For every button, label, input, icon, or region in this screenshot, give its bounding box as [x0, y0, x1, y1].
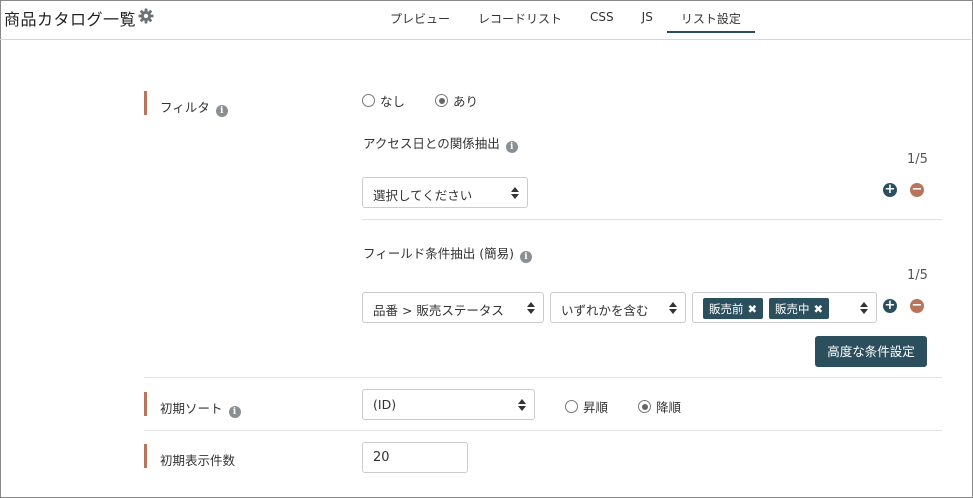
select-arrow-icon — [669, 301, 677, 315]
radio-circle-selected — [435, 94, 448, 107]
advanced-condition-button[interactable]: 高度な条件設定 — [815, 336, 927, 367]
select-arrow-icon — [527, 301, 535, 315]
filter-label-bar — [144, 91, 147, 115]
info-icon[interactable]: i — [228, 406, 241, 418]
radio-circle — [362, 94, 375, 107]
remove-tag-icon[interactable]: ✖ — [748, 302, 758, 316]
count-label: 初期表示件数 — [160, 453, 236, 468]
sort-field-select-value: (ID) — [373, 397, 397, 412]
gear-icon[interactable] — [138, 8, 154, 24]
info-icon[interactable]: i — [519, 251, 532, 263]
sort-field-select[interactable]: (ID) — [362, 389, 535, 420]
access-date-label-group: アクセス日との関係抽出 i — [363, 133, 518, 153]
remove-tag-icon[interactable]: ✖ — [814, 302, 824, 316]
radio-circle-selected — [638, 400, 651, 413]
count-label-bar — [144, 444, 147, 468]
filter-radio-some[interactable]: あり — [435, 91, 478, 110]
tag-chip-label: 販売中 — [775, 301, 810, 316]
tab-bar: プレビュー レコードリスト CSS JS リスト設定 — [376, 0, 755, 40]
sort-radio-desc[interactable]: 降順 — [638, 397, 681, 416]
access-date-select[interactable]: 選択してください — [362, 177, 528, 208]
select-arrow-icon — [518, 398, 526, 412]
sort-radio-asc[interactable]: 昇順 — [565, 397, 608, 416]
field-select-value: 品番 > 販売ステータス — [373, 303, 504, 318]
tab-preview[interactable]: プレビュー — [376, 0, 464, 33]
filter-radio-none[interactable]: なし — [362, 91, 405, 110]
header: 商品カタログ一覧 プレビュー レコードリスト CSS JS リスト設定 — [0, 0, 971, 40]
operator-select[interactable]: いずれかを含む — [550, 292, 686, 323]
filter-radio-none-label: なし — [380, 94, 406, 109]
info-icon[interactable]: i — [505, 141, 518, 153]
sort-label: 初期ソート — [160, 401, 223, 416]
remove-condition-button[interactable]: − — [910, 299, 924, 313]
remove-condition-button[interactable]: − — [910, 183, 924, 197]
tag-chip-label: 販売前 — [709, 301, 744, 316]
select-arrow-icon — [860, 301, 868, 315]
divider — [144, 430, 942, 431]
sort-radio-asc-label: 昇順 — [583, 400, 609, 415]
access-date-label: アクセス日との関係抽出 — [363, 136, 500, 151]
filter-label: フィルタ — [160, 100, 210, 115]
initial-count-input[interactable]: 20 — [362, 442, 468, 473]
radio-circle — [565, 400, 578, 413]
operator-select-value: いずれかを含む — [561, 303, 649, 318]
access-date-counter: 1/5 — [907, 152, 928, 167]
value-multiselect[interactable]: 販売前 ✖ 販売中 ✖ — [692, 292, 877, 323]
filter-label-group: フィルタ i — [160, 97, 228, 117]
sort-label-group: 初期ソート i — [160, 398, 241, 418]
sort-label-bar — [144, 392, 147, 416]
info-icon[interactable]: i — [215, 105, 228, 117]
divider — [144, 377, 942, 378]
tag-chip: 販売前 ✖ — [703, 298, 764, 319]
field-select[interactable]: 品番 > 販売ステータス — [362, 292, 544, 323]
field-condition-label: フィールド条件抽出 (簡易) — [363, 246, 514, 261]
field-condition-counter: 1/5 — [907, 268, 928, 283]
add-condition-button[interactable]: + — [883, 299, 897, 313]
access-date-select-value: 選択してください — [373, 188, 473, 203]
tab-css[interactable]: CSS — [576, 0, 628, 33]
tag-chip: 販売中 ✖ — [769, 298, 830, 319]
app-title: 商品カタログ一覧 — [4, 10, 137, 29]
sort-radio-desc-label: 降順 — [656, 400, 682, 415]
tab-js[interactable]: JS — [628, 0, 667, 33]
select-arrow-icon — [511, 186, 519, 200]
divider — [362, 219, 942, 220]
tab-list-settings[interactable]: リスト設定 — [666, 0, 755, 33]
tab-record-list[interactable]: レコードリスト — [464, 0, 576, 33]
filter-radio-some-label: あり — [453, 94, 479, 109]
field-condition-label-group: フィールド条件抽出 (簡易) i — [363, 243, 532, 263]
add-condition-button[interactable]: + — [883, 183, 897, 197]
